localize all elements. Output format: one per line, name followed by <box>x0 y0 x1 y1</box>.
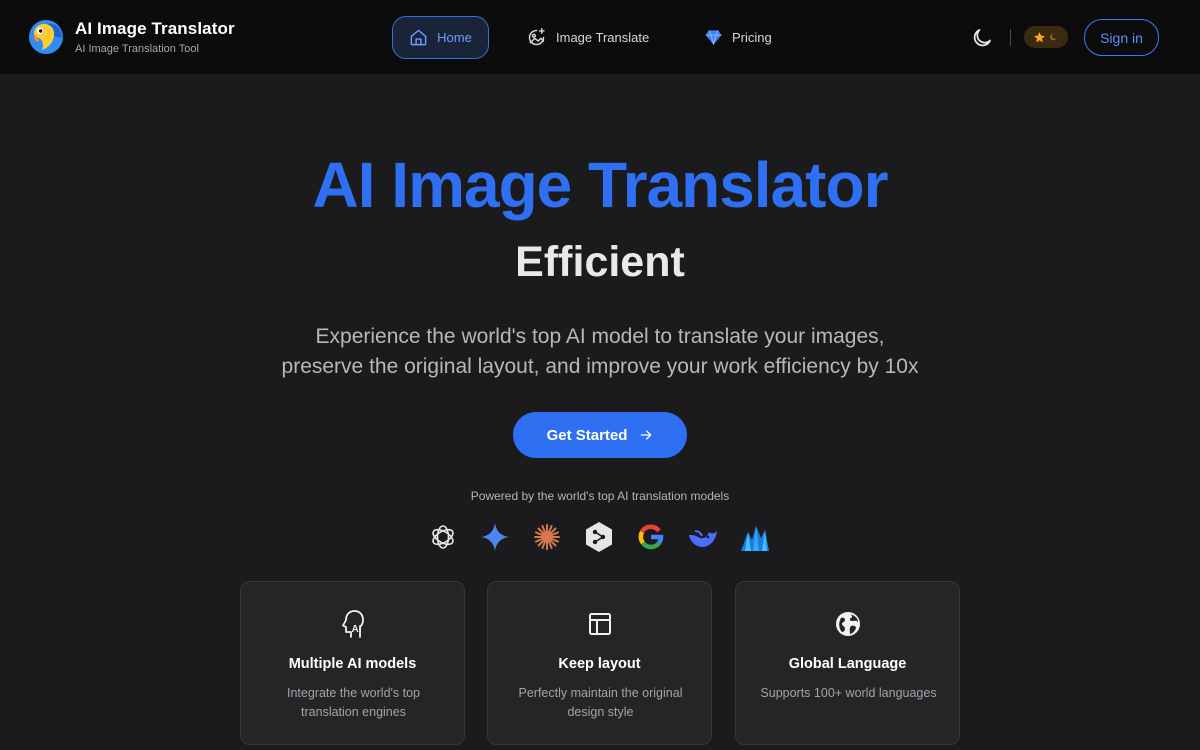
crescent-icon <box>1050 33 1057 41</box>
google-icon <box>634 520 668 554</box>
nav-divider <box>1010 29 1011 46</box>
parrot-logo-icon <box>29 20 63 54</box>
mistral-icon <box>738 520 772 554</box>
get-started-label: Get Started <box>546 426 628 444</box>
hero-description-line-1: Experience the world's top AI model to t… <box>315 325 885 348</box>
nav-home[interactable]: Home <box>392 16 489 59</box>
moon-icon[interactable] <box>970 26 994 50</box>
powered-by-text: Powered by the world's top AI translatio… <box>470 489 730 503</box>
feature-card-keep-layout: Keep layout Perfectly maintain the origi… <box>487 581 712 745</box>
deepseek-icon <box>686 520 720 554</box>
feature-description: Perfectly maintain the original design s… <box>518 686 683 719</box>
gemini-icon <box>478 520 512 554</box>
diamond-icon <box>705 30 722 45</box>
globe-icon <box>836 612 860 636</box>
layout-icon <box>589 613 611 635</box>
image-sparkle-icon <box>528 28 545 46</box>
ai-head-icon: AI <box>342 610 364 638</box>
feature-card-multiple-ai-models: AI Multiple AI models Integrate the worl… <box>240 581 465 745</box>
arrow-right-icon <box>641 430 652 440</box>
get-started-button[interactable]: Get Started <box>513 412 687 458</box>
nav-pricing-label: Pricing <box>732 30 772 45</box>
feature-description: Integrate the world's top translation en… <box>286 686 421 719</box>
hero-subtitle: Efficient <box>515 238 685 286</box>
feature-card-global-language: Global Language Supports 100+ world lang… <box>735 581 960 745</box>
nav-pricing[interactable]: Pricing <box>704 16 772 59</box>
feature-title: Keep layout <box>558 656 641 672</box>
nav-image-translate[interactable]: Image Translate <box>526 16 649 59</box>
hero-title: AI Image Translator <box>312 149 889 221</box>
hero-description-line-2: preserve the original layout, and improv… <box>281 355 919 378</box>
feature-description: Supports 100+ world languages <box>760 686 937 700</box>
top-navbar: AI Image Translator AI Image Translation… <box>0 0 1200 75</box>
feature-title: Global Language <box>788 656 907 672</box>
openai-icon <box>426 520 460 554</box>
feature-title: Multiple AI models <box>288 656 417 672</box>
brand-subtitle: AI Image Translation Tool <box>75 43 199 55</box>
sign-in-button[interactable]: Sign in <box>1084 19 1159 56</box>
claude-icon <box>530 520 564 554</box>
svg-text:AI: AI <box>352 624 362 635</box>
star-icon <box>1034 31 1045 42</box>
model-logos <box>426 520 776 554</box>
hero-description: Experience the world's top AI model to t… <box>0 322 1200 382</box>
nav-image-translate-label: Image Translate <box>556 30 650 45</box>
brand-title: AI Image Translator <box>75 19 235 38</box>
theme-badge[interactable] <box>1024 26 1068 48</box>
brand[interactable]: AI Image Translator AI Image Translation… <box>28 19 235 55</box>
deepl-icon <box>582 520 616 554</box>
nav-home-label: Home <box>437 30 472 45</box>
home-icon <box>410 29 427 46</box>
